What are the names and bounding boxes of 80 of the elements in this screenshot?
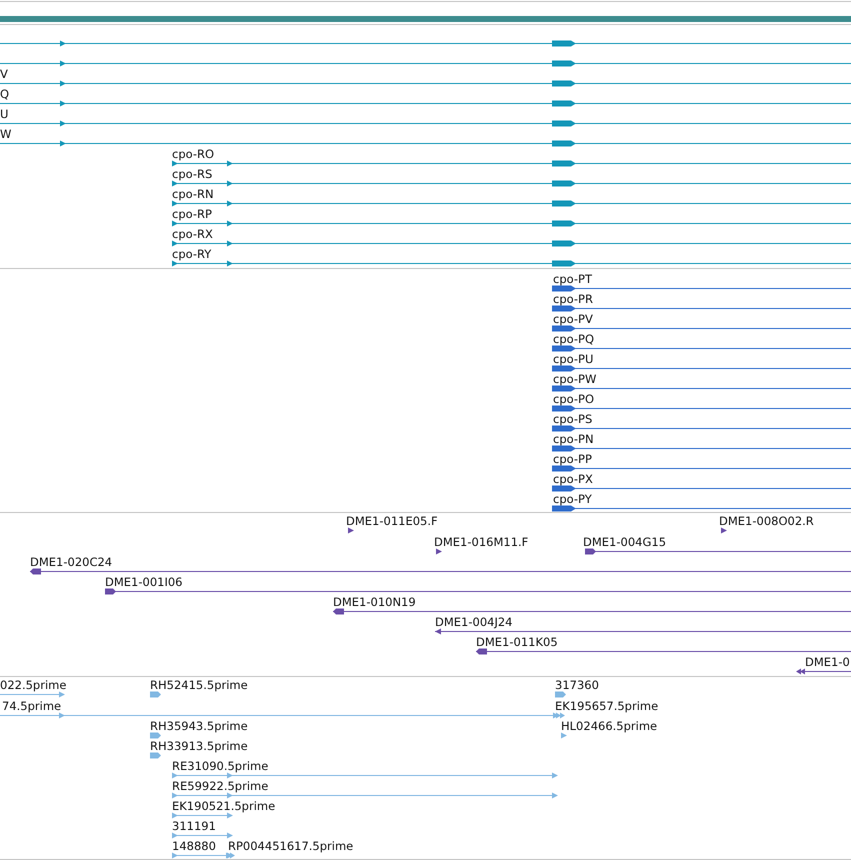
feature-label: V — [0, 67, 8, 81]
feature-glyph[interactable] — [0, 60, 851, 66]
feature-label: DME1-020C24 — [30, 555, 112, 569]
feature-glyph[interactable] — [104, 588, 851, 594]
feature-glyph[interactable] — [584, 548, 851, 554]
feature-glyph[interactable] — [30, 568, 851, 574]
feature-glyph[interactable] — [552, 426, 851, 432]
feature-label: cpo-RN — [172, 187, 214, 201]
feature-glyph[interactable] — [172, 240, 851, 246]
feature-glyph[interactable] — [552, 466, 851, 472]
feature-label: cpo-RX — [172, 227, 213, 241]
feature-glyph[interactable] — [552, 286, 851, 292]
feature-label: cpo-PP — [553, 452, 592, 466]
feature-label: EK195657.5prime — [555, 699, 658, 713]
feature-glyph[interactable] — [0, 80, 851, 86]
feature-glyph[interactable] — [552, 506, 851, 512]
feature-glyph[interactable] — [172, 200, 851, 206]
feature-label: RH35943.5prime — [150, 719, 248, 733]
feature-glyph[interactable] — [332, 608, 851, 614]
feature-label: cpo-PV — [553, 312, 593, 326]
feature-label: DME1-004G15 — [583, 535, 666, 549]
feature-label: RE59922.5prime — [172, 779, 268, 793]
feature-label: HL02466.5prime — [561, 719, 658, 733]
feature-label: DME1-016M11.F — [434, 535, 528, 549]
feature-glyph[interactable] — [552, 306, 851, 312]
feature-label: 317360 — [555, 678, 599, 692]
feature-label: RH33913.5prime — [150, 739, 248, 753]
feature-label: DME1-011K05 — [476, 635, 558, 649]
feature-label: DME1-008O02.R — [719, 514, 814, 528]
feature-label: EK190521.5prime — [172, 799, 276, 813]
feature-label: cpo-PY — [553, 492, 592, 506]
feature-label: DME1-004J24 — [435, 615, 512, 629]
feature-glyph[interactable] — [434, 628, 851, 634]
feature-glyph[interactable] — [172, 260, 851, 266]
feature-glyph[interactable] — [552, 446, 851, 452]
feature-label: cpo-RO — [172, 147, 214, 161]
feature-glyph[interactable] — [552, 346, 851, 352]
feature-glyph[interactable] — [172, 180, 851, 186]
feature-label: DME1-0 — [805, 655, 850, 669]
feature-glyph[interactable] — [552, 326, 851, 332]
feature-label: Q — [0, 87, 10, 101]
feature-glyph[interactable] — [436, 548, 442, 554]
feature-glyph[interactable] — [552, 386, 851, 392]
feature-label: cpo-PS — [553, 412, 592, 426]
feature-glyph[interactable] — [0, 40, 851, 46]
feature-label: cpo-PQ — [553, 332, 594, 346]
feature-label: RE31090.5prime — [172, 759, 268, 773]
feature-label: cpo-PX — [553, 472, 593, 486]
feature-label: RP004451617.5prime — [228, 839, 354, 853]
feature-glyph[interactable] — [348, 528, 354, 534]
feature-label: cpo-PN — [553, 432, 594, 446]
feature-label: cpo-RP — [172, 207, 212, 221]
feature-label: U — [0, 107, 8, 121]
feature-label: DME1-001I06 — [105, 575, 182, 589]
feature-label: cpo-PU — [553, 352, 594, 366]
feature-label: RH52415.5prime — [150, 678, 248, 692]
feature-glyph[interactable] — [172, 220, 851, 226]
feature-glyph[interactable] — [476, 648, 851, 654]
feature-label: DME1-011E05.F — [346, 514, 438, 528]
feature-label: cpo-PR — [553, 292, 593, 306]
feature-label: cpo-PW — [553, 372, 596, 386]
feature-label: 148880 — [172, 839, 216, 853]
feature-label: W — [0, 127, 12, 141]
feature-label: cpo-PT — [553, 272, 592, 286]
feature-label: cpo-PO — [553, 392, 594, 406]
feature-glyph[interactable] — [0, 120, 851, 126]
feature-glyph[interactable] — [552, 366, 851, 372]
feature-glyph[interactable] — [796, 668, 851, 674]
feature-label: 74.5prime — [2, 699, 62, 713]
feature-label: cpo-RY — [172, 247, 212, 261]
feature-glyph[interactable] — [172, 160, 851, 166]
feature-label: 022.5prime — [0, 678, 66, 692]
feature-glyph[interactable] — [721, 528, 727, 534]
feature-glyph[interactable] — [552, 406, 851, 412]
feature-glyph[interactable] — [552, 486, 851, 492]
feature-label: DME1-010N19 — [333, 595, 416, 609]
feature-label: 311191 — [172, 819, 216, 833]
feature-label: cpo-RS — [172, 167, 212, 181]
feature-glyph[interactable] — [0, 140, 851, 146]
feature-glyph[interactable] — [0, 100, 851, 106]
